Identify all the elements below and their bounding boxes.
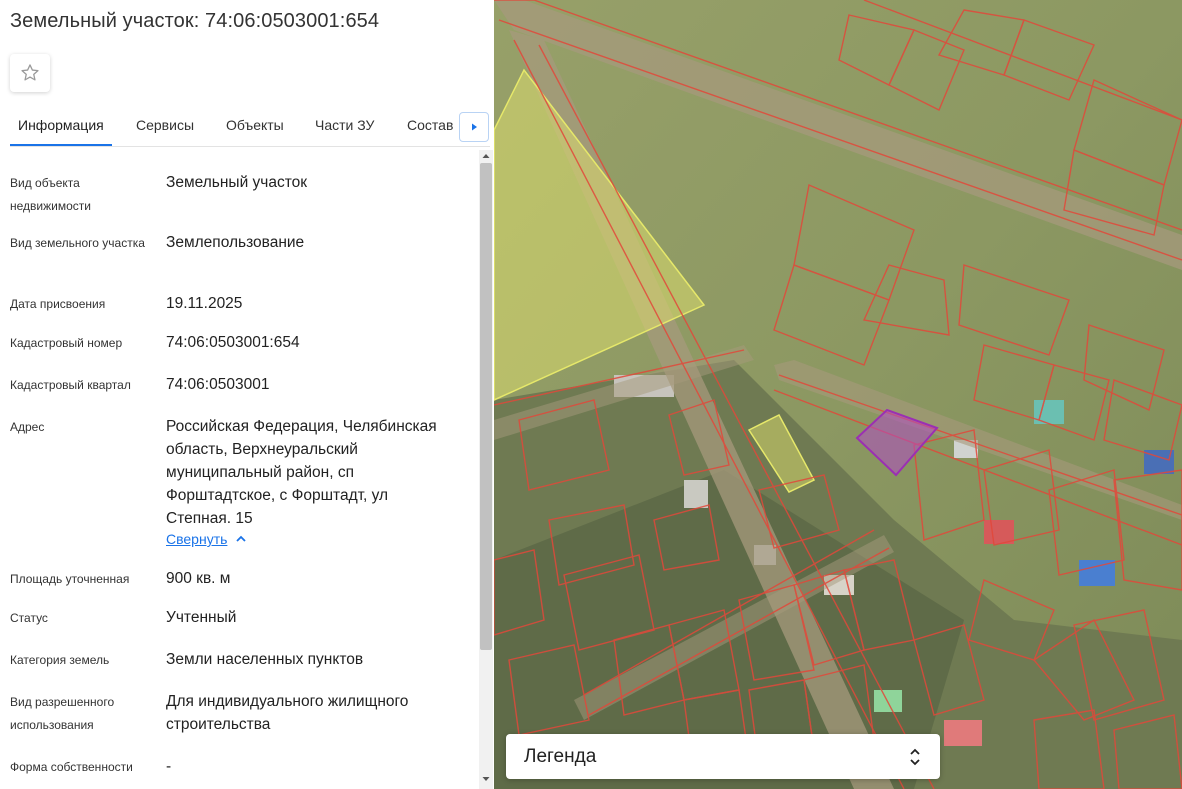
satellite-map[interactable]: Легенда	[494, 0, 1182, 789]
chevron-up-icon	[236, 535, 247, 542]
value-object-type: Земельный участок	[166, 174, 308, 191]
value-land-category: Земли населенных пунктов	[166, 651, 364, 668]
legend-label: Легенда	[524, 745, 597, 767]
label-object-type: Вид объекта недвижимости	[10, 176, 91, 213]
scroll-down-arrow-icon[interactable]	[482, 775, 490, 783]
label-address: Адрес	[10, 420, 45, 434]
tabs-next-button[interactable]	[459, 112, 489, 142]
map-imagery	[494, 0, 1182, 789]
collapse-label: Свернуть	[166, 531, 228, 547]
caret-right-icon	[472, 123, 477, 131]
label-land-category: Категория земель	[10, 653, 110, 667]
tab-bar: Информация Сервисы Объекты Части ЗУ Сост…	[10, 108, 490, 147]
value-ownership-form: -	[166, 758, 172, 775]
label-status: Статус	[10, 611, 48, 625]
legend-toggle[interactable]: Легенда	[506, 734, 940, 779]
value-assignment-date: 19.11.2025	[166, 295, 243, 312]
tab-composition[interactable]: Состав	[399, 108, 461, 146]
value-permitted-use: Для индивидуального жилищного строительс…	[166, 693, 409, 733]
value-address: Российская Федерация, Челябинская област…	[166, 418, 437, 527]
info-panel: Земельный участок: 74:06:0503001:654 Инф…	[0, 0, 494, 789]
panel-scrollbar-thumb[interactable]	[480, 163, 492, 650]
label-cadastral-quarter: Кадастровый квартал	[10, 378, 131, 392]
label-assignment-date: Дата присвоения	[10, 297, 106, 311]
label-permitted-use: Вид разрешенного использования	[10, 695, 115, 732]
scroll-up-arrow-icon[interactable]	[482, 152, 490, 160]
label-area: Площадь уточненная	[10, 572, 130, 586]
label-cadastral-number: Кадастровый номер	[10, 336, 123, 350]
tab-services[interactable]: Сервисы	[128, 108, 202, 146]
unfold-icon	[910, 748, 920, 765]
star-outline-icon	[21, 64, 39, 81]
value-land-type: Землепользование	[166, 234, 305, 251]
value-cadastral-quarter: 74:06:0503001	[166, 376, 270, 393]
favorite-button[interactable]	[10, 54, 50, 92]
collapse-link[interactable]: Свернуть	[166, 531, 247, 547]
page-title: Земельный участок: 74:06:0503001:654	[10, 10, 380, 32]
value-area: 900 кв. м	[166, 570, 231, 587]
value-status: Учтенный	[166, 609, 237, 626]
value-cadastral-number: 74:06:0503001:654	[166, 334, 300, 351]
tab-parts[interactable]: Части ЗУ	[307, 108, 382, 146]
label-ownership-form: Форма собственности	[10, 760, 133, 774]
tab-objects[interactable]: Объекты	[218, 108, 292, 146]
tab-information[interactable]: Информация	[10, 108, 112, 146]
label-land-type: Вид земельного участка	[10, 236, 145, 250]
